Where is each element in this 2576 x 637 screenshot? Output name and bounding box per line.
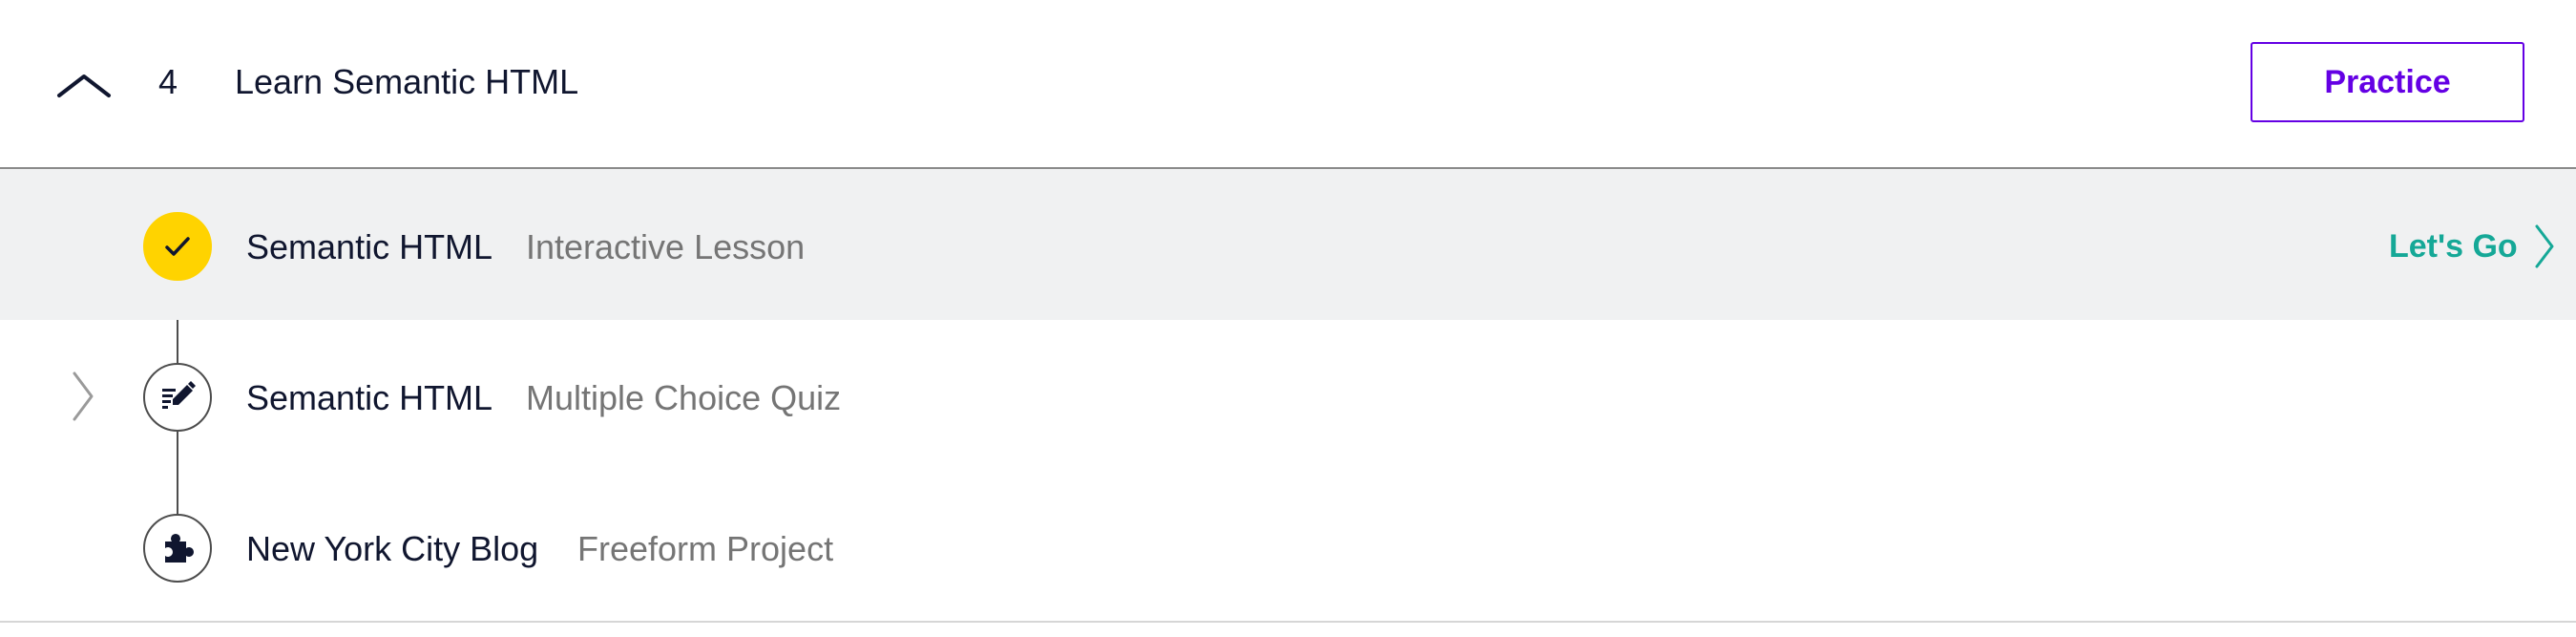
syllabus-module-panel: 4 Learn Semantic HTML Practice Semantic …: [0, 0, 2576, 637]
module-title: Learn Semantic HTML: [235, 62, 579, 101]
completed-status-badge: [143, 212, 212, 281]
lesson-title: New York City Blog: [246, 529, 539, 568]
quiz-pencil-icon: [162, 381, 196, 409]
lesson-row-semantic-html-lesson[interactable]: Semantic HTML Interactive Lesson Let's G…: [0, 169, 2576, 320]
chevron-up-icon: [57, 74, 111, 97]
lesson-row-nyc-blog-project[interactable]: New York City Blog Freeform Project: [0, 471, 2576, 622]
lesson-type-label: Multiple Choice Quiz: [526, 378, 842, 417]
expand-item-button[interactable]: [69, 370, 97, 423]
lesson-type-label: Interactive Lesson: [526, 227, 806, 266]
lets-go-label: Let's Go: [2389, 227, 2518, 265]
lesson-title: Semantic HTML: [246, 378, 493, 417]
lesson-type-label: Freeform Project: [577, 529, 834, 568]
bottom-divider: [0, 621, 2576, 623]
check-icon: [165, 237, 190, 256]
module-header: 4 Learn Semantic HTML Practice: [0, 0, 2576, 169]
project-status-badge: [143, 514, 212, 583]
collapse-module-button[interactable]: [53, 63, 115, 105]
lets-go-link[interactable]: Let's Go: [2389, 220, 2556, 273]
chevron-right-icon: [2535, 224, 2554, 268]
lesson-title: Semantic HTML: [246, 227, 493, 266]
lesson-row-semantic-html-quiz[interactable]: Semantic HTML Multiple Choice Quiz: [0, 320, 2576, 471]
module-number: 4: [158, 62, 178, 101]
puzzle-piece-icon: [165, 534, 194, 563]
practice-button[interactable]: Practice: [2251, 42, 2524, 122]
quiz-status-badge: [143, 363, 212, 432]
chevron-right-icon: [73, 372, 94, 421]
